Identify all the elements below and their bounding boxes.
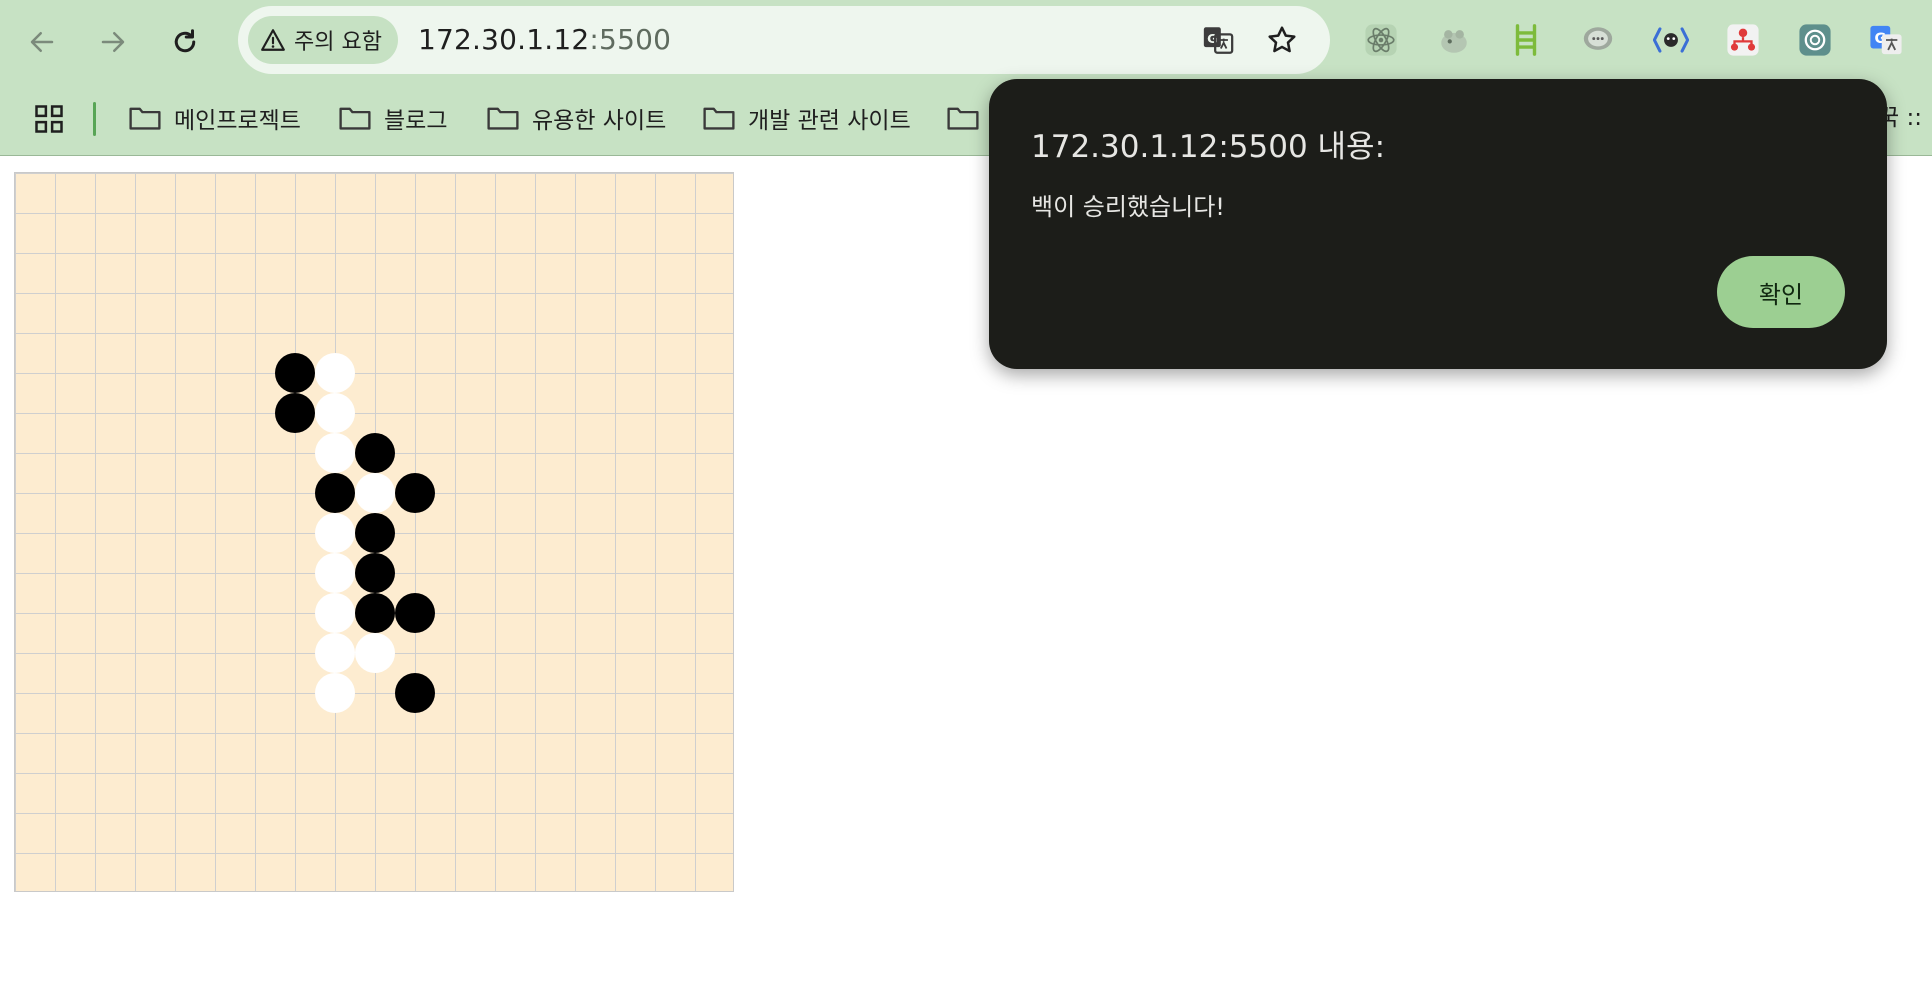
arrow-right-icon	[101, 32, 125, 52]
white-stone	[355, 473, 395, 513]
security-chip-label: 주의 요함	[294, 30, 382, 55]
translate-page-icon[interactable]: G	[1198, 20, 1238, 60]
url-host: 172.30.1.12	[418, 23, 590, 56]
dialog-message: 백이 승리했습니다!	[1031, 193, 1225, 221]
arrow-left-icon	[30, 32, 54, 52]
bookmark-folder-partial[interactable]	[946, 98, 980, 138]
bookmark-star-icon[interactable]	[1262, 20, 1302, 60]
url-port: :5500	[589, 23, 672, 56]
browser-toolbar: 주의 요함 172.30.1.12:5500 G G	[0, 0, 1932, 78]
black-stone	[275, 353, 315, 393]
chat-extension-icon[interactable]	[1578, 20, 1618, 60]
omok-board[interactable]	[14, 172, 734, 892]
bookmark-folder-blog[interactable]: 블로그	[338, 98, 447, 138]
black-stone	[395, 593, 435, 633]
black-stone	[355, 593, 395, 633]
folder-icon	[339, 107, 371, 130]
url-text[interactable]: 172.30.1.12:5500	[418, 6, 671, 74]
bookmark-folder-dev-sites[interactable]: 개발 관련 사이트	[702, 98, 911, 138]
alert-dialog: 172.30.1.12:5500 내용: 백이 승리했습니다! 확인	[989, 79, 1887, 369]
bookmark-label: 메인프로젝트	[174, 108, 301, 134]
reload-button[interactable]	[163, 20, 207, 64]
redux-devtools-icon[interactable]	[1434, 20, 1474, 60]
bookmarks-separator	[93, 102, 96, 136]
bookmark-folder-useful-sites[interactable]: 유용한 사이트	[486, 98, 666, 138]
reload-icon	[174, 29, 196, 53]
network-extension-icon[interactable]	[1723, 20, 1763, 60]
black-stone	[395, 473, 435, 513]
github-copilot-icon[interactable]	[1651, 20, 1691, 60]
white-stone	[315, 593, 355, 633]
ladder-extension-icon[interactable]	[1506, 20, 1546, 60]
apps-grid-icon[interactable]	[34, 104, 64, 134]
ok-button[interactable]: 확인	[1717, 256, 1845, 328]
white-stone	[315, 633, 355, 673]
black-stone	[355, 513, 395, 553]
white-stone	[315, 433, 355, 473]
white-stone	[315, 673, 355, 713]
folder-icon	[129, 107, 161, 130]
white-stone	[315, 553, 355, 593]
folder-icon	[947, 107, 979, 130]
black-stone	[355, 433, 395, 473]
black-stone	[355, 553, 395, 593]
bookmark-label: 유용한 사이트	[532, 108, 667, 134]
black-stone	[315, 473, 355, 513]
black-stone	[275, 393, 315, 433]
google-translate-icon[interactable]: G	[1866, 20, 1906, 60]
forward-button[interactable]	[91, 20, 135, 64]
folder-icon	[703, 107, 735, 130]
folder-icon	[487, 107, 519, 130]
white-stone	[315, 393, 355, 433]
white-stone	[315, 353, 355, 393]
react-devtools-icon[interactable]	[1361, 20, 1401, 60]
black-stone	[395, 673, 435, 713]
white-stone	[355, 633, 395, 673]
bookmark-label: 개발 관련 사이트	[748, 108, 911, 134]
back-button[interactable]	[20, 20, 64, 64]
warning-icon	[261, 29, 285, 51]
white-stone	[315, 513, 355, 553]
dialog-title: 172.30.1.12:5500 내용:	[1031, 129, 1386, 165]
bookmark-folder-main-project[interactable]: 메인프로젝트	[128, 98, 301, 138]
address-bar[interactable]: 주의 요함 172.30.1.12:5500 G	[238, 6, 1330, 74]
bookmark-label: 블로그	[384, 108, 448, 134]
security-chip[interactable]: 주의 요함	[248, 16, 398, 64]
openai-extension-icon[interactable]	[1795, 20, 1835, 60]
